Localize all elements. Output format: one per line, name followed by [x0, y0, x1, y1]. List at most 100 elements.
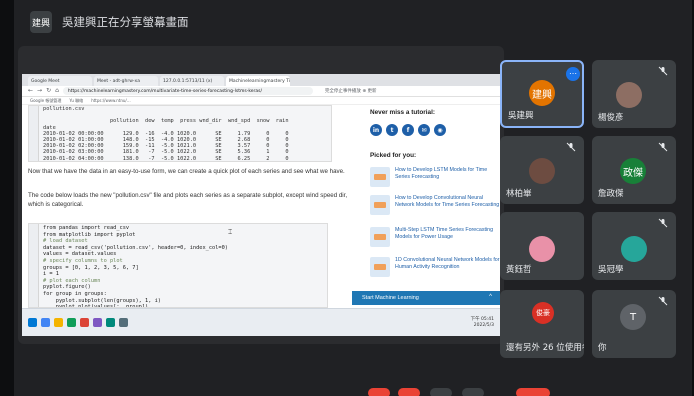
start-ml-banner[interactable]: Start Machine Learning ^	[352, 291, 500, 305]
avatar	[529, 236, 555, 262]
code-line: pyplot.subplot(len(groups), 1, i)	[55, 297, 161, 304]
bookmark-item[interactable]: Google 帳號管理	[30, 98, 61, 104]
folder-icon[interactable]	[54, 318, 63, 327]
participant-tile[interactable]: 林柏崋	[500, 136, 584, 204]
app-icon[interactable]	[80, 318, 89, 327]
present-button[interactable]	[430, 388, 452, 396]
meet-window: 建興 吳建興正在分享螢幕畫面 Google Meet Meet - adt-gh…	[14, 0, 692, 396]
app-icon[interactable]	[93, 318, 102, 327]
avatar: T	[620, 304, 646, 330]
avatar: 政傑	[620, 158, 646, 184]
mic-off-icon	[658, 218, 668, 228]
code-line: i = 1	[43, 271, 59, 278]
more-button[interactable]	[462, 388, 484, 396]
home-icon[interactable]: ⌂	[55, 88, 59, 94]
code-line: values = dataset.values	[43, 251, 117, 258]
recommendation-link[interactable]: How to Develop LSTM Models for Time Seri…	[395, 167, 500, 187]
recommendation-link[interactable]: How to Develop Convolutional Neural Netw…	[395, 195, 500, 215]
presenter-chip: 建興	[30, 11, 52, 33]
browser-notice: 完全停止事件播放 ⊕ 更新	[324, 89, 377, 94]
mic-off-icon	[658, 296, 668, 306]
others-count: 還有另外 26 位使用者	[506, 343, 584, 353]
recommendation[interactable]: 1D Convolutional Neural Network Models f…	[370, 257, 500, 277]
avatar	[621, 236, 647, 262]
linkedin-icon[interactable]: in	[370, 124, 382, 136]
article-body: pollution.csv pollution dew temp press w…	[22, 105, 360, 308]
forward-icon[interactable]: →	[37, 88, 42, 94]
recommendation-link[interactable]: Multi-Step LSTM Time Series Forecasting …	[395, 227, 500, 247]
code-line: groups = [0, 1, 2, 3, 5, 6, 7]	[43, 264, 139, 271]
self-tile[interactable]: T 你	[592, 290, 676, 358]
mic-off-icon	[658, 142, 668, 152]
browser-tab-bar: Google Meet Meet - adt-ghrw-xa 127.0.0.1…	[22, 74, 500, 86]
app-icon[interactable]	[119, 318, 128, 327]
facebook-icon[interactable]: f	[402, 124, 414, 136]
rss-icon[interactable]: ◉	[434, 124, 446, 136]
url-bar[interactable]: https://machinelearningmastery.com/multi…	[62, 87, 313, 95]
participant-tile[interactable]: 政傑 詹政傑	[592, 136, 676, 204]
line-gutter	[29, 224, 39, 307]
app-icon[interactable]	[67, 318, 76, 327]
participant-name: 楊俊彥	[598, 113, 624, 123]
line-gutter	[29, 106, 39, 161]
shared-screen-stage: Google Meet Meet - adt-ghrw-xa 127.0.0.1…	[18, 46, 504, 344]
others-tile[interactable]: 俊豪 還有另外 26 位使用者	[500, 290, 584, 358]
browser-tab[interactable]: 127.0.0.1:5713/11 (x)	[160, 76, 224, 86]
participant-tile[interactable]: 楊俊彥	[592, 60, 676, 128]
mic-off-icon	[566, 142, 576, 152]
recommendation[interactable]: Multi-Step LSTM Time Series Forecasting …	[370, 227, 500, 247]
bookmark-item[interactable]: https://www.ntnu/…	[91, 98, 131, 103]
code-line: from pandas import read_csv	[43, 225, 130, 231]
avatar	[616, 82, 642, 108]
code-line: pyplot.figure()	[43, 284, 91, 291]
more-options-icon[interactable]: ⋯	[566, 67, 580, 81]
clock-time: 下午 05:41	[470, 316, 494, 322]
browser-tab-active[interactable]: Machinelearningmastery Time Series Fo...	[226, 76, 290, 86]
paragraph: Now that we have the data in an easy-to-…	[28, 168, 345, 175]
participant-tile[interactable]: 吳冠學	[592, 212, 676, 280]
leave-call-button[interactable]	[516, 388, 550, 396]
code-line: dataset = read_csv('pollution.csv', head…	[43, 244, 228, 251]
chevron-up-icon[interactable]: ^	[489, 294, 492, 300]
reload-icon[interactable]: ↻	[46, 88, 51, 94]
code-box: from pandas import read_csv from matplot…	[28, 223, 328, 308]
code-line: # plot each column	[43, 277, 101, 284]
code-line: # load dataset	[43, 238, 88, 245]
app-icon[interactable]	[106, 318, 115, 327]
presentation-title: 吳建興正在分享螢幕畫面	[62, 15, 189, 29]
mouse-cursor-icon: ⌶	[228, 228, 233, 236]
avatar: 建興	[529, 80, 555, 106]
bookmarks-bar: Google 帳號管理 Yu 聯絡 https://www.ntnu/…	[22, 97, 500, 105]
thumbnail-icon	[370, 195, 390, 215]
code-line: from matplotlib import pyplot	[43, 231, 136, 238]
avatar	[529, 158, 555, 184]
camera-button[interactable]	[398, 388, 420, 396]
back-icon[interactable]: ←	[28, 88, 33, 94]
participant-name: 吳冠學	[598, 265, 624, 275]
chrome-icon[interactable]	[41, 318, 50, 327]
os-taskbar: 下午 05:41 2022/5/3	[22, 308, 500, 336]
banner-label: Start Machine Learning	[362, 295, 419, 301]
participant-name: 吳建興	[508, 111, 534, 121]
start-icon[interactable]	[28, 318, 37, 327]
newsletter-heading: Never miss a tutorial:	[370, 109, 435, 116]
twitter-icon[interactable]: t	[386, 124, 398, 136]
recommendation[interactable]: How to Develop Convolutional Neural Netw…	[370, 195, 500, 215]
email-icon[interactable]: ✉	[418, 124, 430, 136]
browser-tab[interactable]: Google Meet	[28, 76, 92, 86]
avatar: 俊豪	[532, 302, 554, 324]
bookmark-item[interactable]: Yu 聯絡	[69, 98, 83, 104]
code-line: # specify columns to plot	[43, 257, 123, 264]
browser-tab[interactable]: Meet - adt-ghrw-xa	[94, 76, 158, 86]
participant-tile[interactable]: 建興 ⋯ 吳建興	[500, 60, 584, 128]
recommendation[interactable]: How to Develop LSTM Models for Time Seri…	[370, 167, 500, 187]
thumbnail-icon	[370, 167, 390, 187]
thumbnail-icon	[370, 227, 390, 247]
recommendation-link[interactable]: 1D Convolutional Neural Network Models f…	[395, 257, 500, 277]
address-row: ← → ↻ ⌂ https://machinelearningmastery.c…	[22, 86, 500, 97]
participant-tile[interactable]: 黃鈺哲	[500, 212, 584, 280]
output-box: pollution.csv pollution dew temp press w…	[28, 105, 332, 162]
participant-name: 黃鈺哲	[506, 265, 532, 275]
clock-date: 2022/5/3	[473, 322, 494, 328]
mic-button[interactable]	[368, 388, 390, 396]
